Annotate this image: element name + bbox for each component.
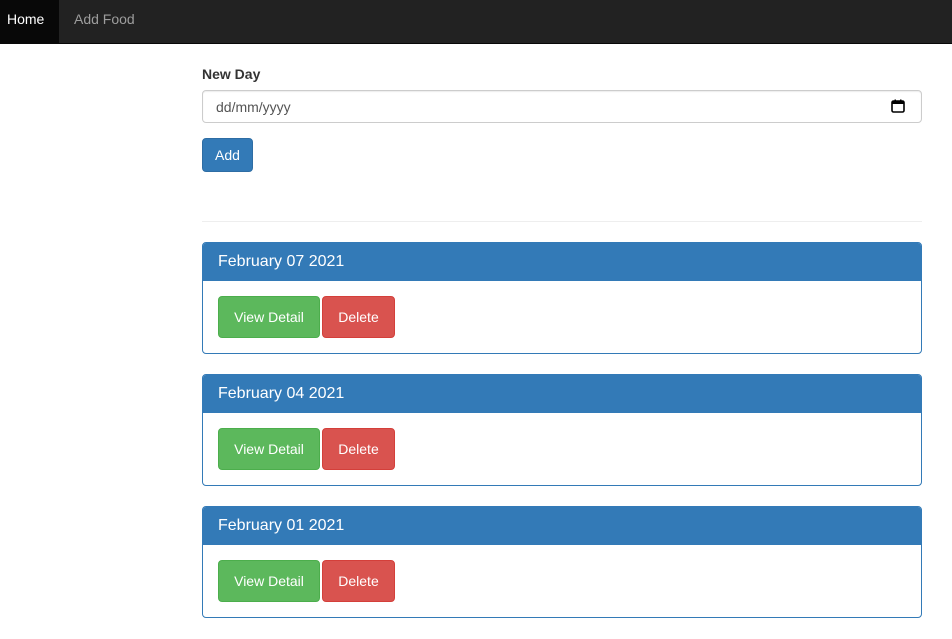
calendar-icon[interactable] (891, 99, 905, 113)
new-day-label: New Day (202, 66, 261, 82)
view-detail-button[interactable]: View Detail (218, 560, 320, 602)
day-panel: February 04 2021 View Detail Delete (202, 374, 922, 486)
delete-button[interactable]: Delete (322, 296, 395, 338)
view-detail-button[interactable]: View Detail (218, 296, 320, 338)
day-title: February 07 2021 (203, 243, 921, 281)
delete-button[interactable]: Delete (322, 428, 395, 470)
delete-button[interactable]: Delete (322, 560, 395, 602)
day-title: February 01 2021 (203, 507, 921, 545)
top-navbar: Home Add Food (0, 0, 952, 44)
date-placeholder: dd/mm/yyyy (216, 99, 291, 115)
day-title: February 04 2021 (203, 375, 921, 413)
nav-home[interactable]: Home (0, 0, 59, 44)
add-button[interactable]: Add (202, 138, 253, 172)
day-panel: February 01 2021 View Detail Delete (202, 506, 922, 618)
day-panel: February 07 2021 View Detail Delete (202, 242, 922, 354)
divider (202, 221, 922, 222)
date-input[interactable]: dd/mm/yyyy (202, 90, 922, 123)
nav-add-food[interactable]: Add Food (74, 0, 154, 44)
view-detail-button[interactable]: View Detail (218, 428, 320, 470)
